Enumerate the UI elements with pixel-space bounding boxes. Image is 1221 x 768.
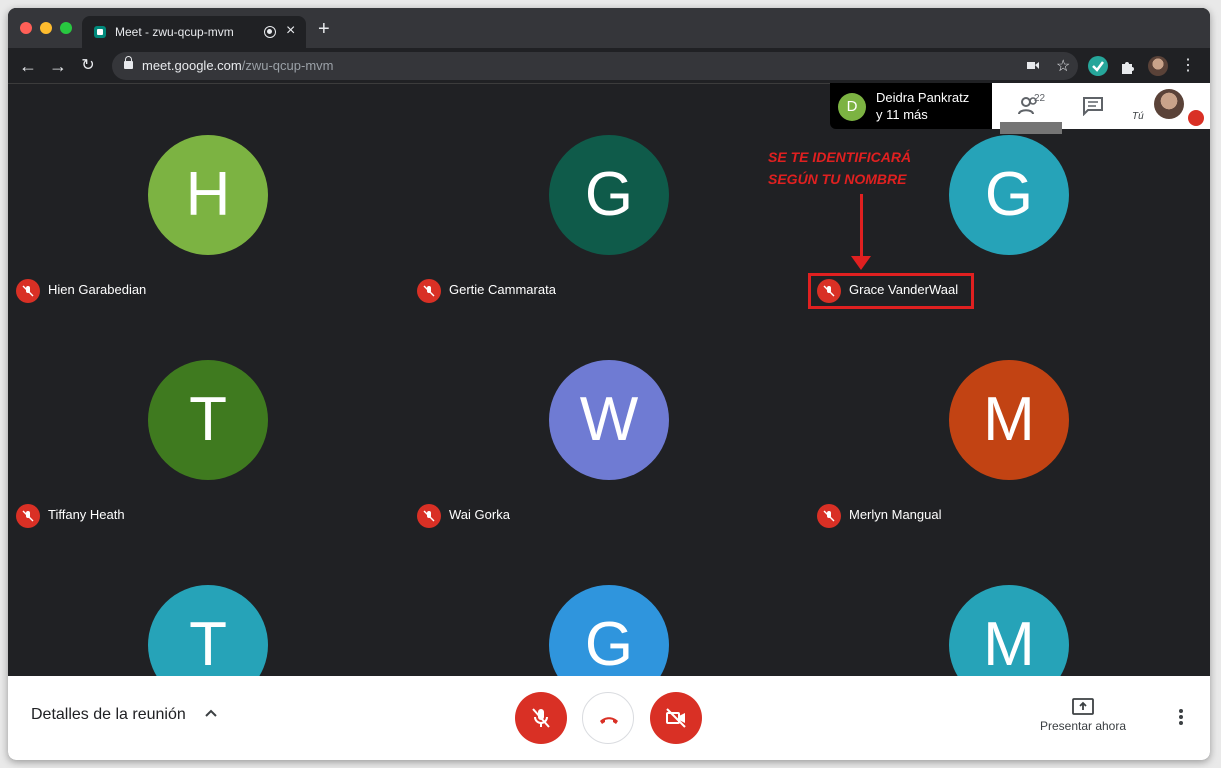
participant-avatar: G [549, 135, 669, 255]
meeting-top-panel: 22 Tú [992, 83, 1210, 134]
recording-indicator-icon [264, 26, 276, 38]
presenter-name: Deidra Pankratz [876, 90, 970, 105]
extension-check-icon[interactable] [1088, 56, 1108, 76]
camera-off-icon [666, 708, 686, 728]
microphone-toggle-button[interactable] [515, 692, 567, 744]
participant-avatar: G [549, 585, 669, 676]
more-options-icon[interactable] [1178, 708, 1184, 731]
camera-icon[interactable] [1026, 58, 1040, 75]
participant-tile: T [8, 534, 408, 676]
participant-name-tag: Merlyn Mangual [817, 502, 942, 528]
participant-avatar: H [148, 135, 268, 255]
participant-name: Gertie Cammarata [449, 282, 556, 297]
annotation-text: SE TE IDENTIFICARÁ SEGÚN TU NOMBRE [768, 146, 911, 190]
participant-avatar: M [949, 585, 1069, 676]
presenter-others: y 11 más [876, 107, 928, 122]
extensions-puzzle-icon[interactable] [1118, 56, 1138, 76]
forward-arrow-icon[interactable]: → [46, 54, 70, 78]
participant-tile: M [809, 534, 1209, 676]
participant-name-tag: Wai Gorka [417, 502, 510, 528]
tab-close-icon[interactable]: × [286, 22, 295, 40]
participant-avatar: T [148, 360, 268, 480]
annotation-line-1: SE TE IDENTIFICARÁ [768, 149, 912, 165]
chat-icon[interactable] [1082, 96, 1104, 121]
new-tab-button[interactable]: + [318, 18, 330, 41]
profile-avatar[interactable] [1148, 56, 1168, 76]
participant-avatar: T [148, 585, 268, 676]
mic-off-icon [817, 503, 841, 528]
bookmark-star-icon[interactable]: ☆ [1056, 56, 1070, 76]
present-now-button[interactable]: Presentar ahora [1030, 698, 1136, 733]
meeting-details-button[interactable]: Detalles de la reunión [31, 706, 186, 724]
mic-off-icon [417, 278, 441, 303]
self-mic-off-icon [1188, 110, 1204, 126]
participant-name: Wai Gorka [449, 507, 510, 522]
participant-avatar: W [549, 360, 669, 480]
mic-off-icon [417, 503, 441, 528]
tab-strip: Meet - zwu-qcup-mvm × + [8, 8, 1210, 48]
annotation-arrow-head [851, 256, 871, 270]
mic-off-icon [532, 708, 550, 728]
end-call-button[interactable] [582, 692, 634, 744]
participant-tile: H Hien Garabedian [8, 84, 408, 309]
present-screen-icon [1072, 698, 1094, 715]
participant-tile: G [409, 534, 809, 676]
chevron-up-icon[interactable] [204, 706, 218, 725]
name-highlight-box [808, 273, 974, 309]
meet-favicon-icon [94, 26, 106, 38]
tab-title: Meet - zwu-qcup-mvm [115, 25, 234, 39]
people-tab-indicator [1000, 122, 1062, 134]
participant-name-tag: Hien Garabedian [16, 277, 146, 303]
participant-tile: T Tiffany Heath [8, 309, 408, 534]
hang-up-icon [600, 717, 618, 724]
presenter-avatar: D [838, 93, 866, 121]
address-bar[interactable]: meet.google.com/zwu-qcup-mvm ☆ [112, 52, 1078, 80]
browser-toolbar: ← → ↻ meet.google.com/zwu-qcup-mvm ☆ ⋮ [8, 48, 1210, 84]
participant-name-tag: Gertie Cammarata [417, 277, 556, 303]
annotation-arrow [860, 194, 863, 260]
self-label: Tú [1132, 111, 1144, 122]
meeting-grid: H Hien Garabedian G Gertie Cammarata G G… [8, 84, 1210, 676]
close-window-button[interactable] [20, 22, 32, 34]
url-path: /zwu-qcup-mvm [241, 58, 334, 73]
participant-name: Tiffany Heath [48, 507, 125, 522]
minimize-window-button[interactable] [40, 22, 52, 34]
participant-avatar: G [949, 135, 1069, 255]
present-now-label: Presentar ahora [1039, 719, 1127, 733]
url-host: meet.google.com [142, 58, 242, 73]
annotation-line-2: SEGÚN TU NOMBRE [768, 171, 907, 187]
participant-tile: W Wai Gorka [409, 309, 809, 534]
participant-name-tag: Tiffany Heath [16, 502, 125, 528]
browser-window: Meet - zwu-qcup-mvm × + ← → ↻ meet.googl… [8, 8, 1210, 760]
lock-icon [124, 56, 133, 69]
url-text: meet.google.com/zwu-qcup-mvm [142, 58, 333, 73]
mic-off-icon [16, 503, 40, 528]
presenter-label: Deidra Pankratz y 11 más [876, 89, 969, 123]
maximize-window-button[interactable] [60, 22, 72, 34]
participant-name: Merlyn Mangual [849, 507, 942, 522]
browser-tab[interactable]: Meet - zwu-qcup-mvm × [82, 16, 306, 48]
mic-off-icon [16, 278, 40, 303]
people-count: 22 [1034, 93, 1046, 104]
browser-menu-icon[interactable]: ⋮ [1176, 54, 1200, 78]
participant-tile: M Merlyn Mangual [809, 309, 1209, 534]
participant-name: Hien Garabedian [48, 282, 147, 297]
participant-tile: G Gertie Cammarata [409, 84, 809, 309]
back-arrow-icon[interactable]: ← [16, 54, 40, 78]
camera-toggle-button[interactable] [650, 692, 702, 744]
people-button[interactable]: 22 [996, 83, 1062, 134]
meeting-control-bar: Detalles de la reunión Presentar ahora [8, 676, 1210, 760]
self-avatar[interactable] [1154, 89, 1184, 119]
participant-avatar: M [949, 360, 1069, 480]
reload-icon[interactable]: ↻ [76, 54, 100, 78]
presenter-chip[interactable]: D Deidra Pankratz y 11 más [830, 83, 992, 129]
